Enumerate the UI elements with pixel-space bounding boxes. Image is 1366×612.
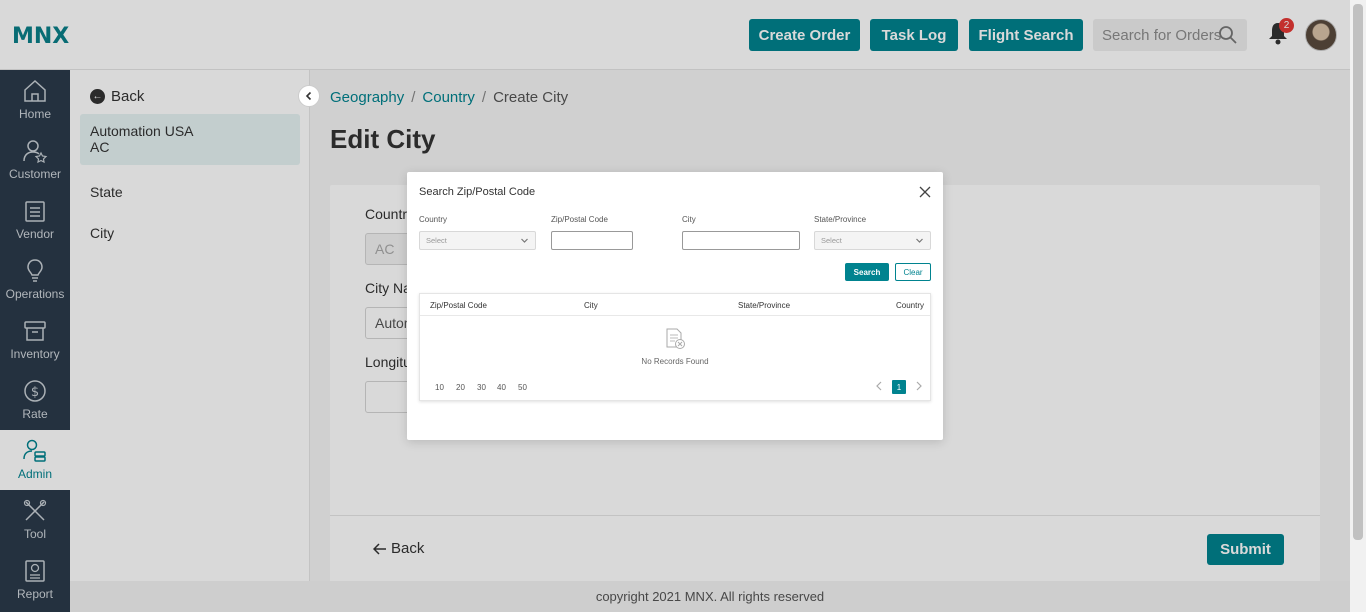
page-scrollbar[interactable]	[1350, 0, 1366, 612]
modal-country-label: Country	[419, 215, 448, 224]
page-size-10[interactable]: 10	[435, 383, 444, 392]
chevron-down-icon	[916, 238, 923, 243]
country-select-placeholder: Select	[426, 236, 447, 245]
no-records-icon	[666, 328, 685, 349]
column-country: Country	[895, 301, 924, 310]
modal-country-select[interactable]: Select	[419, 231, 536, 250]
column-city: City	[584, 301, 598, 310]
results-table: Zip/Postal Code City State/Province Coun…	[419, 293, 931, 401]
column-zip: Zip/Postal Code	[430, 301, 487, 310]
close-icon[interactable]	[918, 185, 932, 199]
scrollbar-thumb[interactable]	[1353, 4, 1363, 540]
modal-state-select[interactable]: Select	[814, 231, 931, 250]
collapse-sidebar-button[interactable]	[298, 85, 320, 107]
page-size-40[interactable]: 40	[497, 383, 506, 392]
modal-zip-label: Zip/Postal Code	[551, 215, 608, 224]
empty-text: No Records Found	[641, 357, 709, 366]
page-size-50[interactable]: 50	[518, 383, 527, 392]
modal-title: Search Zip/Postal Code	[419, 186, 536, 198]
page-size-20[interactable]: 20	[456, 383, 465, 392]
modal-city-label: City	[682, 215, 696, 224]
zip-search-modal: Search Zip/Postal Code Country Select Zi…	[407, 172, 943, 440]
chevron-left-icon	[305, 91, 312, 101]
modal-city-input[interactable]	[682, 231, 800, 250]
modal-zip-input[interactable]	[551, 231, 633, 250]
modal-clear-button[interactable]: Clear	[895, 263, 931, 281]
header-divider	[420, 315, 930, 316]
modal-search-button[interactable]: Search	[845, 263, 889, 281]
page-size-30[interactable]: 30	[477, 383, 486, 392]
column-state: State/Province	[738, 301, 791, 310]
current-page[interactable]: 1	[892, 380, 906, 394]
chevron-down-icon	[521, 238, 528, 243]
modal-state-label: State/Province	[814, 215, 867, 224]
state-select-placeholder: Select	[821, 236, 842, 245]
next-page-icon[interactable]	[915, 380, 923, 392]
prev-page-icon[interactable]	[875, 380, 883, 392]
empty-state: No Records Found	[420, 328, 930, 366]
